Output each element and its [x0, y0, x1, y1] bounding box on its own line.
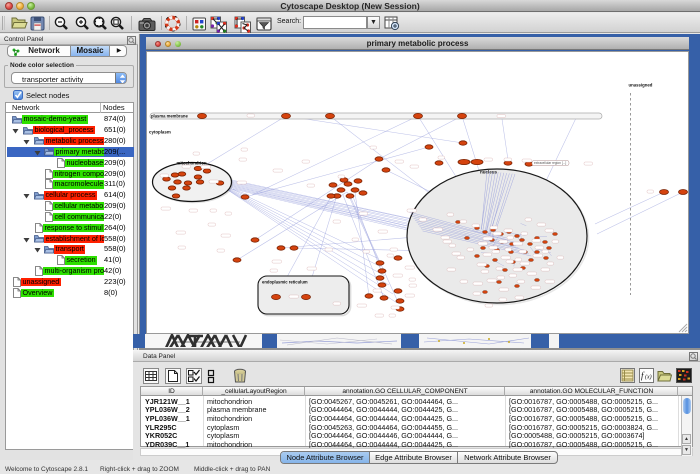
svg-text:plasma membrane: plasma membrane	[151, 114, 188, 119]
svg-text:cytoplasm: cytoplasm	[149, 130, 171, 135]
svg-text:endoplasmic reticulum: endoplasmic reticulum	[262, 280, 308, 285]
svg-text:unassigned: unassigned	[629, 83, 653, 88]
svg-text:(x): (x)	[645, 374, 652, 381]
svg-text:extracellular region [...]: extracellular region [...]	[534, 161, 566, 165]
svg-text:mitochondrion: mitochondrion	[177, 161, 207, 166]
